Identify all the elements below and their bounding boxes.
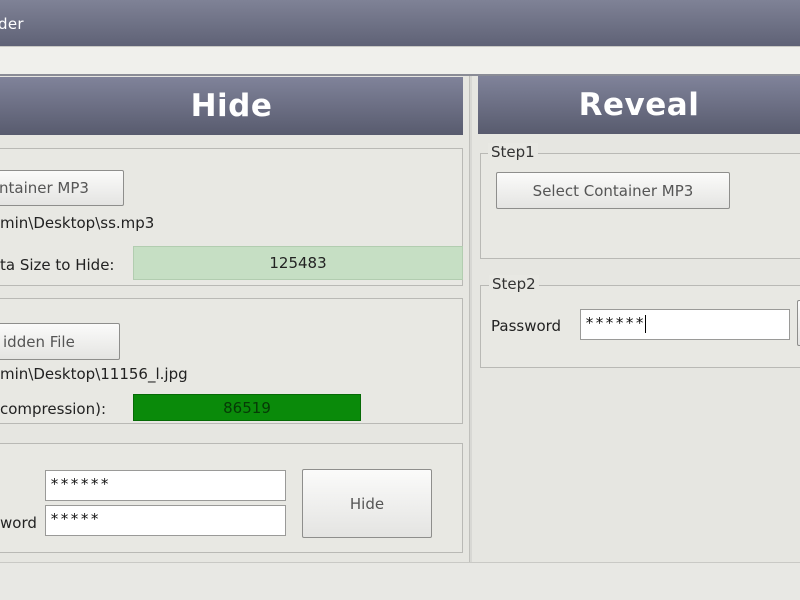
reveal-step2-legend: Step2 <box>489 275 539 293</box>
window-title: der <box>0 15 24 33</box>
compressed-size-value: 86519 <box>223 398 271 417</box>
reveal-step1-legend: Step1 <box>488 143 538 161</box>
hide-banner-title: Hide <box>190 88 273 124</box>
compression-size-label: compression): <box>0 400 107 418</box>
hide-password-input[interactable]: ****** <box>45 470 286 501</box>
container-file-path: min\Desktop\ss.mp3 <box>0 214 155 232</box>
data-size-value-box: 125483 <box>133 246 463 280</box>
reveal-password-value: ****** <box>585 314 646 332</box>
app-window: der Hide ntainer MP3 min\Desktop\ss.mp3 … <box>0 0 800 600</box>
reveal-password-input[interactable]: ****** <box>580 309 790 340</box>
select-hidden-file-label: idden File <box>3 332 75 351</box>
bottom-bar <box>0 562 800 600</box>
hide-button-label: Hide <box>349 494 385 513</box>
select-hidden-file-button[interactable]: idden File <box>0 323 120 360</box>
confirm-password-value: ***** <box>50 510 101 528</box>
compressed-size-value-box: 86519 <box>133 394 361 421</box>
hide-password-value: ****** <box>50 475 111 493</box>
hidden-file-path: min\Desktop\11156_l.jpg <box>0 365 188 383</box>
confirm-password-label: word <box>0 514 37 532</box>
data-size-value: 125483 <box>269 254 327 272</box>
menu-strip <box>0 46 800 74</box>
select-container-mp3-button[interactable]: ntainer MP3 <box>0 170 124 206</box>
confirm-password-input[interactable]: ***** <box>45 505 286 536</box>
reveal-select-container-label: Select Container MP3 <box>532 181 694 200</box>
text-caret <box>645 314 647 333</box>
data-size-label: ta Size to Hide: <box>0 256 115 274</box>
reveal-select-container-button[interactable]: Select Container MP3 <box>496 172 730 209</box>
hide-banner: Hide <box>0 77 463 135</box>
select-container-mp3-label: ntainer MP3 <box>0 179 89 197</box>
reveal-banner-title: Reveal <box>578 87 700 123</box>
reveal-password-label: Password <box>491 317 562 335</box>
panel-divider <box>469 76 472 562</box>
hide-button[interactable]: Hide <box>302 469 432 538</box>
reveal-banner: Reveal <box>478 76 800 134</box>
title-bar[interactable]: der <box>0 0 800 46</box>
